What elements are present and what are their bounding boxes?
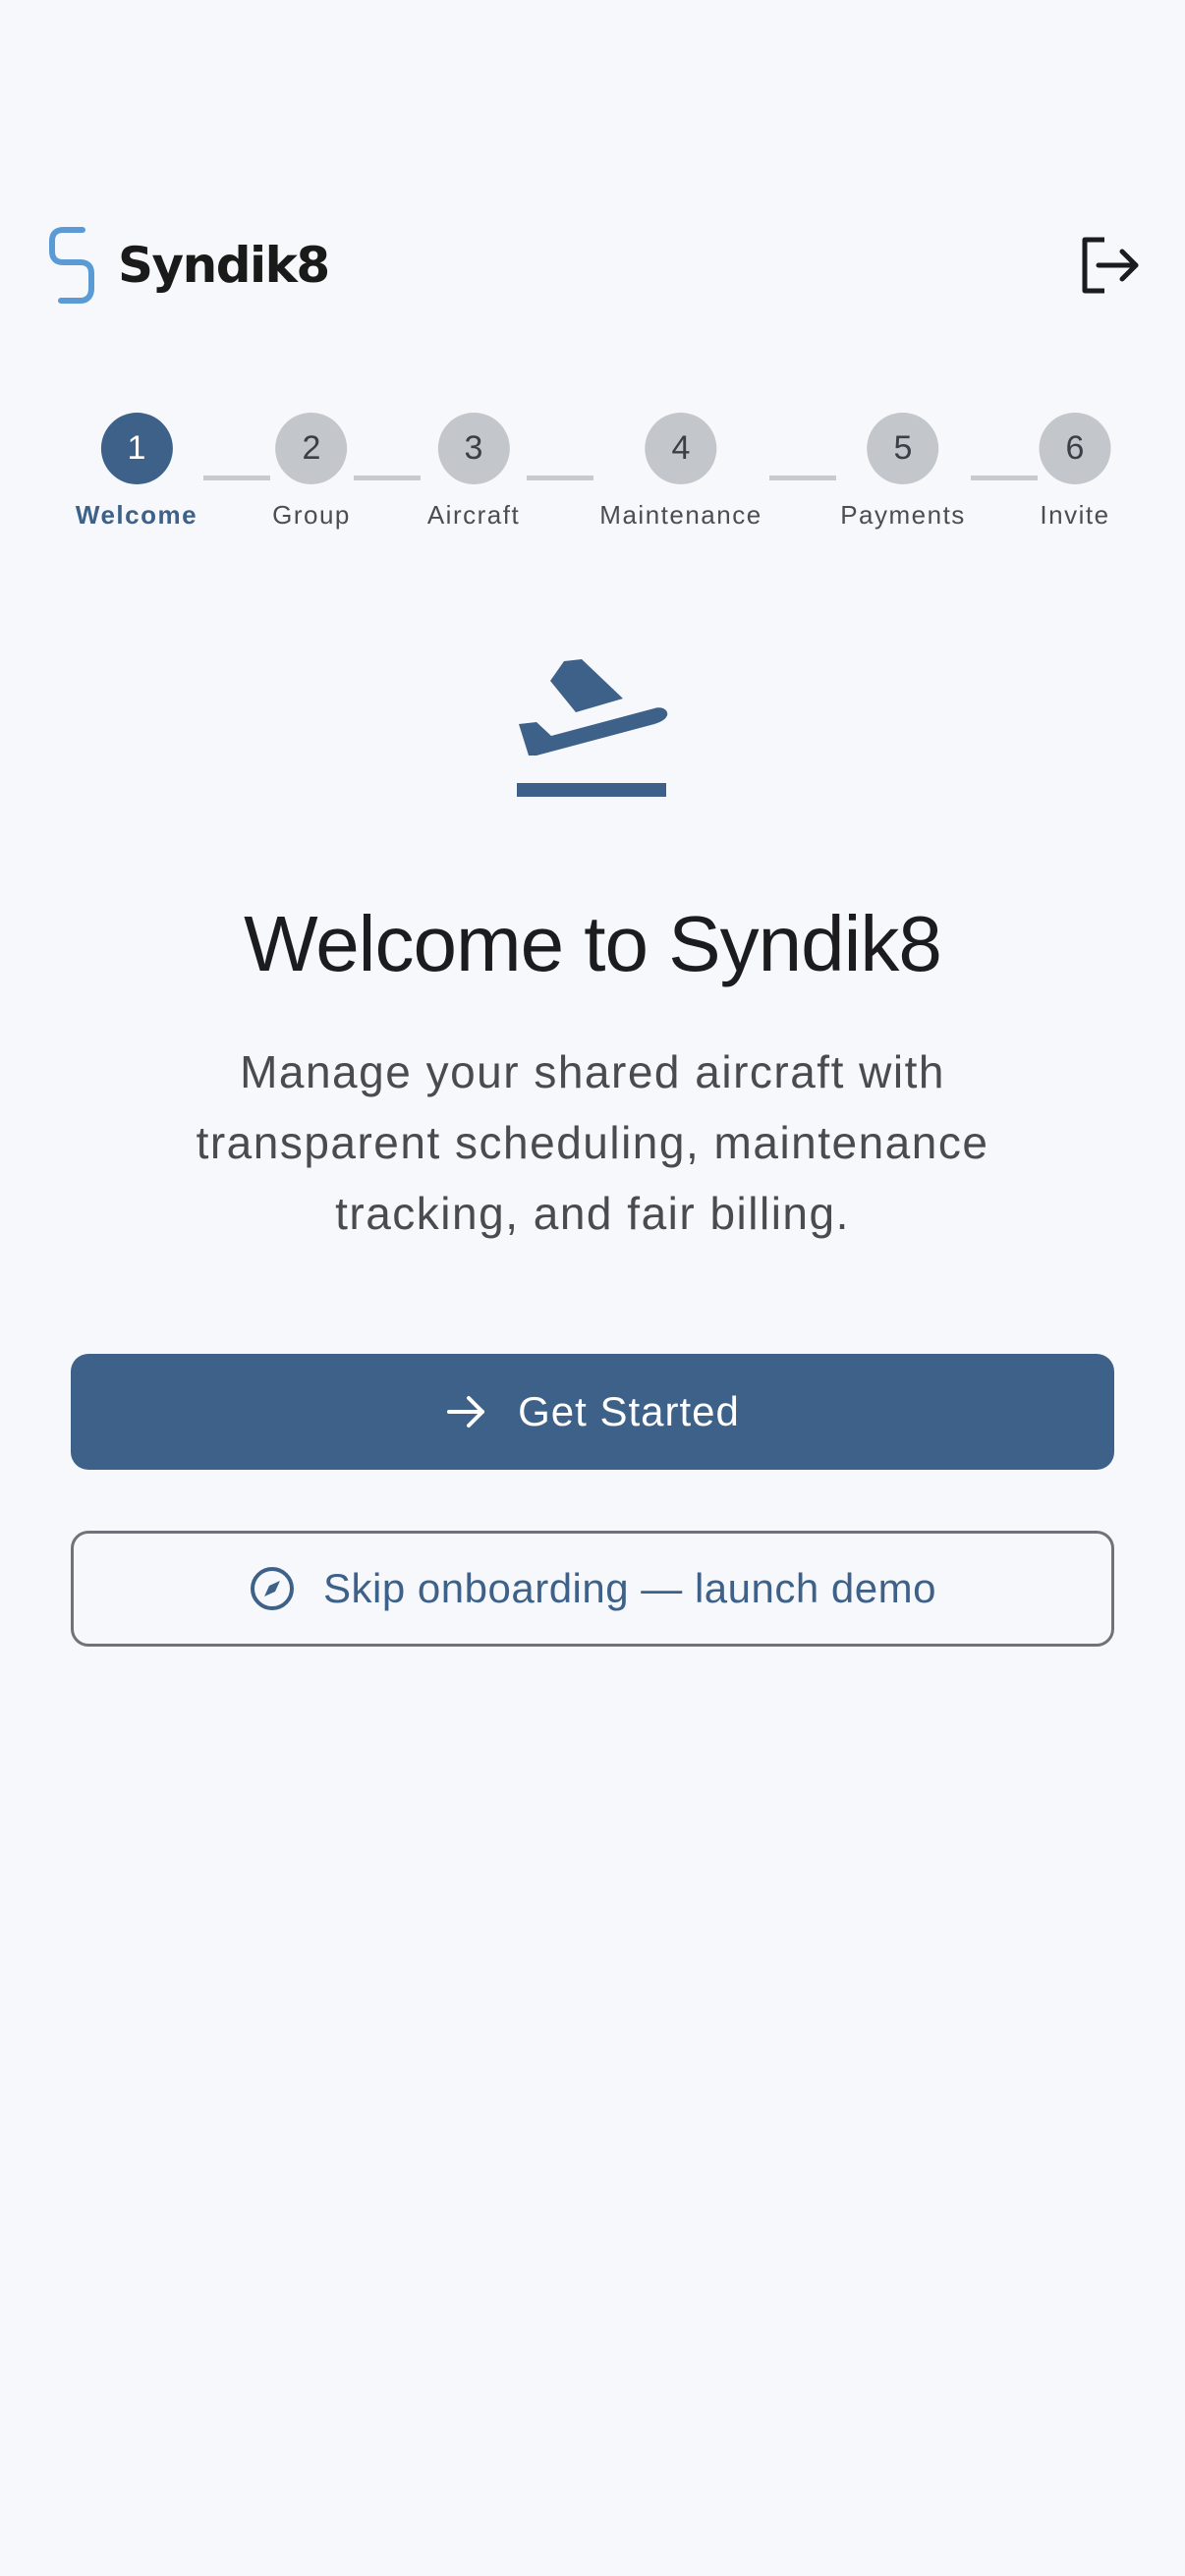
onboarding-stepper: 1 Welcome 2 Group 3 Aircraft 4 Maintenan… — [0, 413, 1185, 550]
step-aircraft[interactable]: 3 Aircraft — [427, 413, 520, 531]
arrow-right-icon — [445, 1392, 488, 1431]
step-number: 5 — [867, 413, 939, 484]
step-label: Maintenance — [599, 500, 762, 530]
step-group[interactable]: 2 Group — [272, 413, 351, 531]
page-title: Welcome to Syndik8 — [244, 900, 942, 987]
step-number: 4 — [645, 413, 717, 484]
get-started-label: Get Started — [518, 1388, 740, 1434]
skip-onboarding-button[interactable]: Skip onboarding — launch demo — [71, 1531, 1114, 1647]
brand: Syndik8 — [47, 224, 330, 307]
onboarding-screen: Syndik8 1 Welcome 2 Group 3 Aircraft 4 M… — [0, 0, 1185, 2576]
step-label: Aircraft — [426, 500, 521, 530]
step-welcome[interactable]: 1 Welcome — [76, 413, 198, 531]
app-name: Syndik8 — [118, 237, 330, 294]
step-maintenance[interactable]: 4 Maintenance — [599, 413, 762, 531]
compass-icon — [249, 1565, 296, 1612]
step-label: Welcome — [75, 500, 198, 530]
step-label: Group — [272, 500, 351, 530]
app-header: Syndik8 — [47, 216, 1146, 314]
step-number: 1 — [100, 413, 173, 484]
step-number: 2 — [275, 413, 348, 484]
step-invite[interactable]: 6 Invite — [1039, 413, 1111, 531]
step-number: 6 — [1039, 413, 1111, 484]
skip-onboarding-label: Skip onboarding — launch demo — [323, 1565, 936, 1611]
step-payments[interactable]: 5 Payments — [840, 413, 966, 531]
page-subtitle: Manage your shared aircraft with transpa… — [196, 1046, 989, 1239]
logout-icon — [1082, 237, 1139, 294]
step-number: 3 — [437, 413, 510, 484]
step-label: Invite — [1040, 500, 1110, 530]
get-started-button[interactable]: Get Started — [71, 1354, 1114, 1470]
step-label: Payments — [840, 500, 966, 530]
syndik8-logo-icon — [49, 227, 94, 304]
flight-takeoff-icon — [517, 659, 668, 797]
logout-button[interactable] — [1075, 230, 1146, 301]
